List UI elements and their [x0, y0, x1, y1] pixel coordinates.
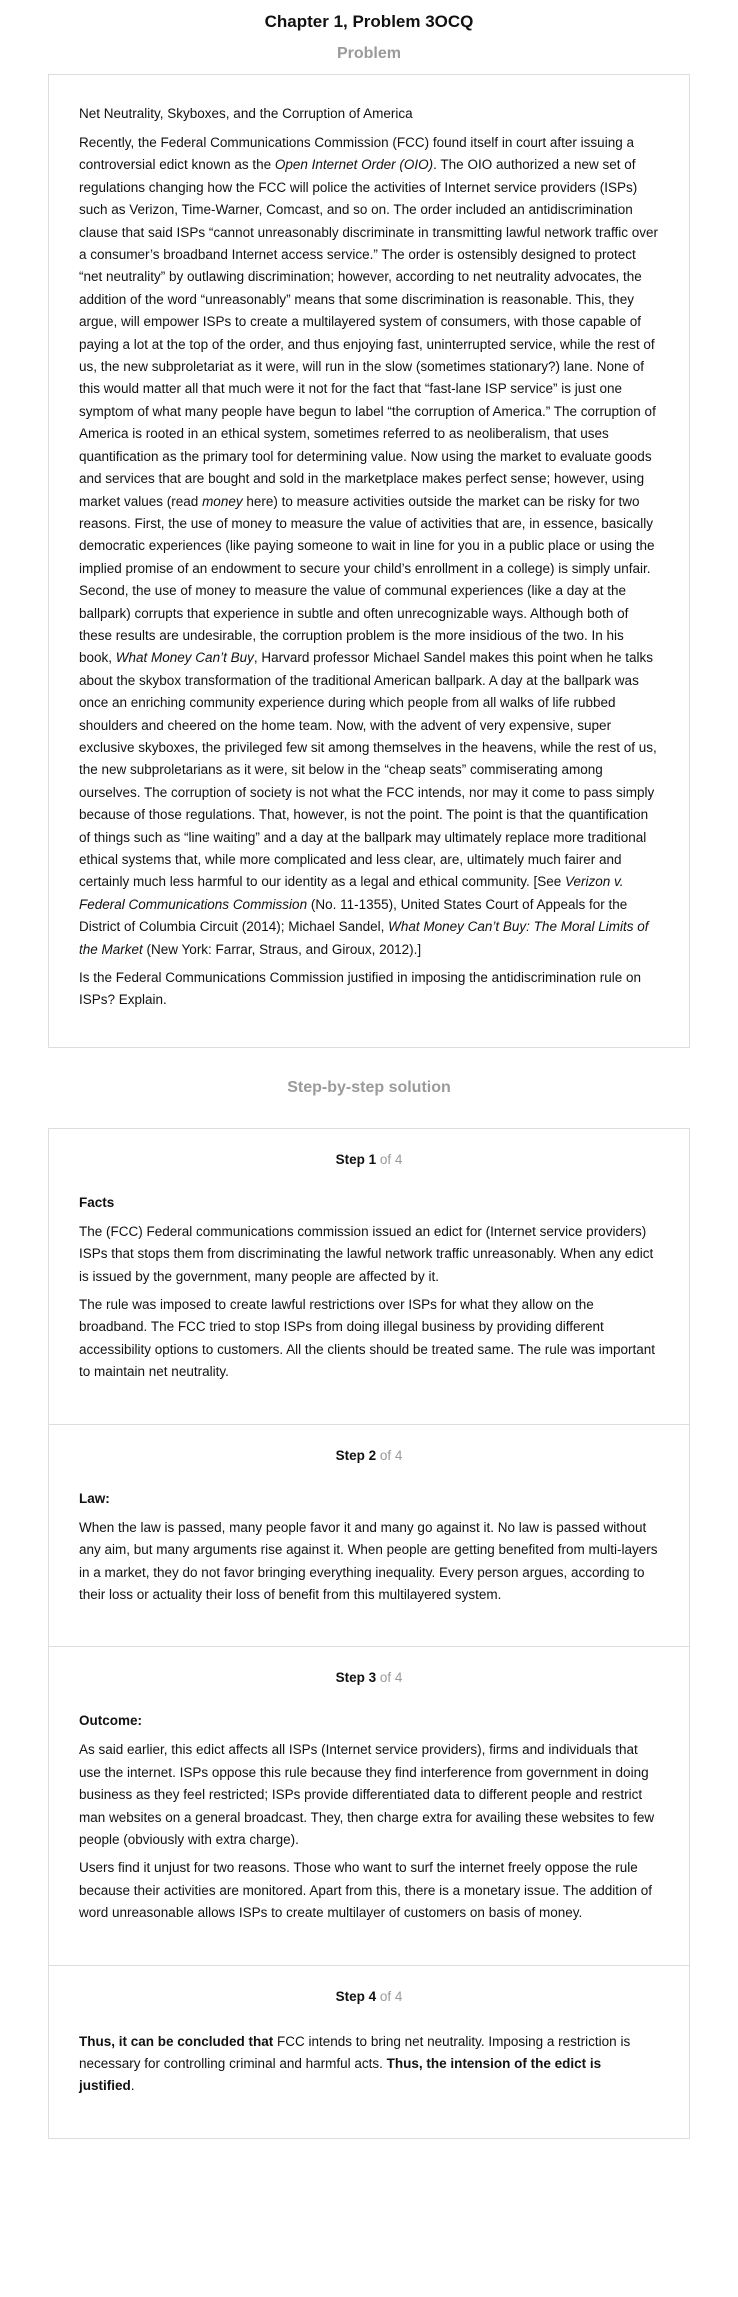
problem-text-italic: Open Internet Order (OIO) — [274, 157, 434, 173]
problem-body: Recently, the Federal Communications Com… — [79, 132, 659, 1012]
problem-text: , Harvard professor Michael Sandel makes… — [79, 650, 657, 890]
problem-text-italic: What Money Can’t Buy — [115, 650, 254, 666]
step-header: Step 2 of 4 — [79, 1447, 659, 1464]
step-header: Step 4 of 4 — [79, 1988, 659, 2005]
problem-section-title: Problem — [336, 45, 401, 62]
step-paragraph: Users find it unjust for two reasons. Th… — [79, 1860, 653, 1921]
step-number: Step 3 — [335, 1670, 377, 1686]
solution-card: Step 1 of 4 Facts The (FCC) Federal comm… — [48, 1127, 690, 2139]
conclusion-text: . — [130, 2078, 135, 2094]
step-number: Step 4 — [335, 1988, 377, 2004]
conclusion-bold: Thus, it can be concluded that — [79, 2033, 274, 2049]
page-title: Chapter 1, Problem 3OCQ — [264, 12, 474, 31]
page: Chapter 1, Problem 3OCQ Problem Net Neut… — [0, 0, 738, 2159]
step-4: Step 4 of 4 Thus, it can be concluded th… — [49, 1966, 689, 2138]
step-total: of 4 — [379, 1670, 403, 1686]
step-heading: Facts — [79, 1194, 115, 1210]
solution-section-title: Step-by-step solution — [287, 1078, 451, 1096]
step-header: Step 3 of 4 — [79, 1669, 659, 1686]
step-conclusion: Thus, it can be concluded that FCC inten… — [79, 2031, 659, 2098]
step-number: Step 1 — [335, 1151, 377, 1167]
problem-question: Is the Federal Communications Commission… — [79, 970, 641, 1008]
step-3: Step 3 of 4 Outcome: As said earlier, th… — [49, 1647, 689, 1966]
step-total: of 4 — [379, 1151, 403, 1167]
step-total: of 4 — [379, 1988, 403, 2004]
step-heading: Law: — [79, 1490, 110, 1506]
problem-paragraph: Recently, the Federal Communications Com… — [79, 132, 659, 961]
step-2: Step 2 of 4 Law: When the law is passed,… — [49, 1425, 689, 1648]
step-paragraph: The (FCC) Federal communications commiss… — [79, 1223, 654, 1284]
step-total: of 4 — [379, 1447, 403, 1463]
step-paragraph: As said earlier, this edict affects all … — [79, 1742, 655, 1847]
problem-card: Net Neutrality, Skyboxes, and the Corrup… — [48, 74, 690, 1048]
step-number: Step 2 — [335, 1447, 377, 1463]
problem-text: . The OIO authorized a new set of regula… — [79, 157, 659, 509]
step-paragraph: When the law is passed, many people favo… — [79, 1519, 658, 1602]
step-heading: Outcome: — [79, 1713, 143, 1729]
step-paragraph: The rule was imposed to create lawful re… — [79, 1297, 656, 1380]
problem-heading: Net Neutrality, Skyboxes, and the Corrup… — [79, 106, 413, 121]
problem-text-italic: money — [202, 493, 243, 509]
problem-text: here) to measure activities outside the … — [79, 493, 655, 666]
step-header: Step 1 of 4 — [79, 1151, 659, 1168]
problem-text: (New York: Farrar, Straus, and Giroux, 2… — [142, 941, 422, 957]
step-1: Step 1 of 4 Facts The (FCC) Federal comm… — [49, 1129, 689, 1425]
